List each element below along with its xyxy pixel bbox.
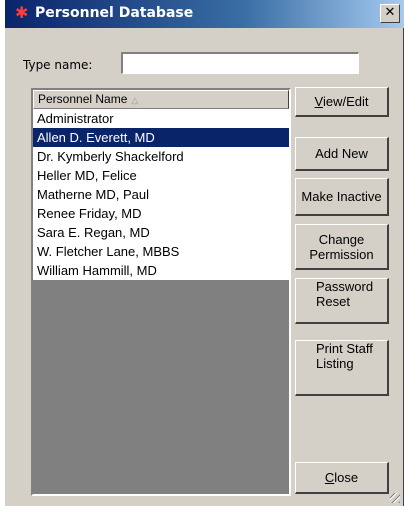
title-bar[interactable]: ✱ Personnel Database ✕ xyxy=(5,0,404,28)
change-permission-label-line1: Change xyxy=(318,231,365,247)
type-name-label: Type name: xyxy=(23,58,93,72)
password-reset-label-line2: Reset xyxy=(316,294,350,309)
make-inactive-button[interactable]: Make Inactive xyxy=(295,178,389,216)
add-new-label: Add New xyxy=(315,146,368,161)
list-item[interactable]: Sara E. Regan, MD xyxy=(33,223,289,242)
list-item[interactable]: William Hammill, MD xyxy=(33,261,289,280)
type-name-input[interactable] xyxy=(121,52,359,74)
print-staff-label-line1: Print Staff xyxy=(316,341,373,356)
list-item[interactable]: Dr. Kymberly Shackelford xyxy=(33,147,289,166)
column-header-label: Personnel Name xyxy=(38,92,128,106)
close-window-button[interactable]: ✕ xyxy=(380,4,400,23)
list-item[interactable]: Administrator xyxy=(33,109,289,128)
list-item-selected[interactable]: Allen D. Everett, MD xyxy=(33,128,289,147)
close-button[interactable]: Close xyxy=(295,462,389,494)
list-item[interactable]: Matherne MD, Paul xyxy=(33,185,289,204)
password-reset-label-line1: Password xyxy=(316,279,374,294)
list-item[interactable]: Renee Friday, MD xyxy=(33,204,289,223)
view-edit-label: iew/Edit xyxy=(322,94,369,109)
print-staff-label-line2: Listing xyxy=(316,356,354,371)
personnel-list[interactable]: Personnel Name △ Administrator Allen D. E… xyxy=(31,88,291,496)
password-reset-button[interactable]: Password Reset xyxy=(295,278,389,324)
resize-grip[interactable] xyxy=(390,493,400,503)
sort-ascending-icon: △ xyxy=(131,95,139,105)
app-icon: ✱ xyxy=(15,3,29,22)
view-edit-button[interactable]: View/Edit xyxy=(295,87,389,117)
change-permission-label-line2: Permission xyxy=(309,246,374,262)
print-staff-listing-button[interactable]: Print Staff Listing xyxy=(295,340,389,396)
view-edit-mnemonic: V xyxy=(314,94,323,109)
close-mnemonic: C xyxy=(324,470,335,485)
make-inactive-label: Make Inactive xyxy=(301,189,382,204)
list-rows: Administrator Allen D. Everett, MD Dr. K… xyxy=(33,109,289,280)
list-item[interactable]: W. Fletcher Lane, MBBS xyxy=(33,242,289,261)
close-icon: ✕ xyxy=(384,5,396,20)
add-new-button[interactable]: Add New xyxy=(295,137,389,171)
column-header-personnel-name[interactable]: Personnel Name △ xyxy=(33,90,289,109)
personnel-database-window: ✱ Personnel Database ✕ Type name: Person… xyxy=(4,0,404,506)
list-item[interactable]: Heller MD, Felice xyxy=(33,166,289,185)
window-title: Personnel Database xyxy=(35,5,194,21)
change-permission-button[interactable]: Change Permission xyxy=(295,224,389,270)
close-label: lose xyxy=(334,470,359,485)
